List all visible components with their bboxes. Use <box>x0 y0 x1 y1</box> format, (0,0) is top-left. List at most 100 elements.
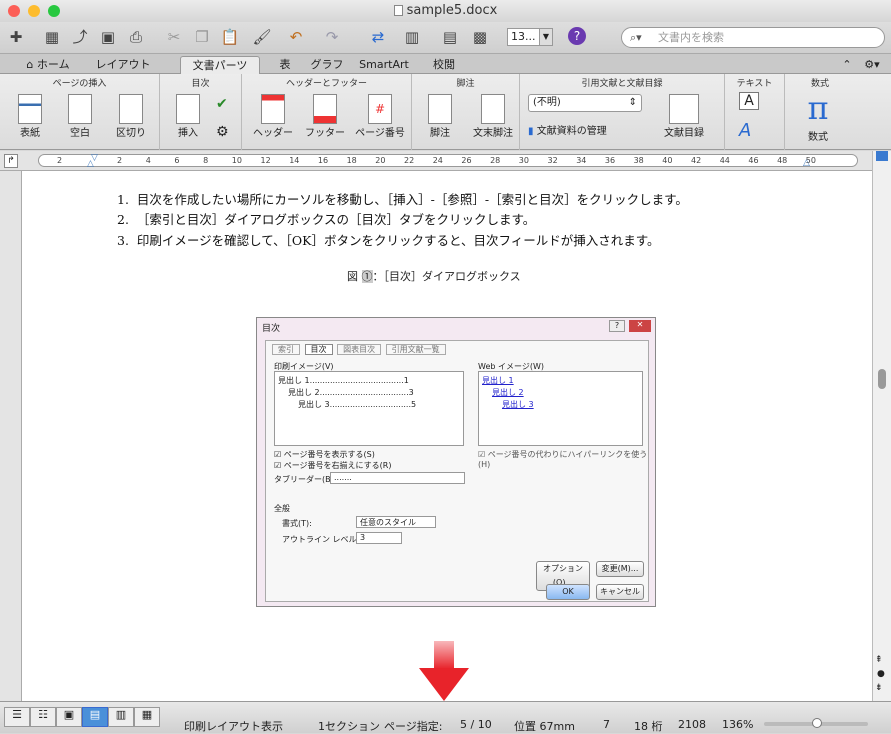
zoom-slider[interactable] <box>764 718 868 728</box>
update-toc-icon[interactable]: ✔ <box>216 96 228 112</box>
zoom-slider-thumb[interactable] <box>812 718 822 728</box>
list-item: 2. ［索引と目次］ダイアログボックスの［目次］タブをクリックします。 <box>117 212 536 227</box>
gear-icon[interactable]: ⚙▾ <box>862 56 882 74</box>
ruler-toggle-icon[interactable] <box>876 151 888 161</box>
zoom-select[interactable]: 13... ▼ <box>507 28 553 46</box>
header-button[interactable]: ヘッダー <box>248 94 298 139</box>
print-preview-box: 見出し 1...................................… <box>274 371 464 446</box>
endnote-button[interactable]: 文末脚注 <box>468 94 518 139</box>
text-box-icon[interactable]: A <box>739 92 759 110</box>
collapse-ribbon-icon[interactable]: ⌃ <box>840 56 854 74</box>
cut-icon[interactable]: ✂ <box>164 27 184 47</box>
save-icon[interactable]: ▣ <box>98 27 118 47</box>
print-layout-view-icon[interactable]: ▤ <box>82 707 108 727</box>
wordart-icon[interactable]: A <box>739 120 751 141</box>
template-gallery-icon[interactable]: ▦ <box>42 27 62 47</box>
vertical-ruler <box>0 171 22 701</box>
tab-home[interactable]: ⌂ ホーム <box>16 56 80 74</box>
ruler-tick-label: 30 <box>518 156 529 165</box>
focus-view-icon[interactable]: ▦ <box>134 707 160 727</box>
right-indent-marker-icon[interactable]: △ <box>803 158 810 168</box>
next-page-icon[interactable]: ⇟ <box>875 683 883 693</box>
outline-view-icon[interactable]: ☷ <box>30 707 56 727</box>
dialog-title: 目次 <box>262 324 281 334</box>
ruler-ticks: 2 2 4 6 8 10 12 14 16 18 20 22 24 26 28 30 32 34 36 38 40 42 4… <box>39 155 857 166</box>
print-icon[interactable]: ⎙ <box>126 27 146 47</box>
document-icon <box>393 5 403 16</box>
browse-object-icon[interactable]: ● <box>877 669 885 679</box>
search-input[interactable]: ⌕▾ 文書内を検索 <box>621 27 885 48</box>
status-bar: ☰ ☷ ▣ ▤ ▥ ▦ 印刷レイアウト表示 1セクション ページ指定: 5 / 10 位置… <box>0 701 891 733</box>
redo-icon[interactable]: ↷ <box>322 27 342 47</box>
scroll-thumb[interactable] <box>878 369 886 389</box>
tab-layout[interactable]: レイアウト <box>88 56 158 74</box>
cancel-button: キャンセル <box>596 584 644 600</box>
ribbon: ページの挿入 表紙 空白 区切り 目次 挿入 ✔ ⚙ ヘッダーとフッター ヘッダ… <box>0 74 891 150</box>
ruler-tick-label: 4 <box>145 156 151 165</box>
page-number-icon: # <box>368 94 392 124</box>
tab-review[interactable]: 校閲 <box>424 56 464 74</box>
group-text: テキスト A A <box>725 74 785 150</box>
tab-charts[interactable]: グラフ <box>306 56 348 74</box>
notebook-view-icon[interactable]: ▥ <box>108 707 134 727</box>
media-browser-icon[interactable]: ▩ <box>470 27 490 47</box>
indent-marker-icon[interactable]: △ <box>87 159 94 169</box>
draft-view-icon[interactable]: ☰ <box>4 707 30 727</box>
standard-toolbar: ✚ ▦ ⤴ ▣ ⎙ ✂ ❐ 📋 🖌 ↶ ↷ ⇄ ▥ ▤ ▩ 13... ▼ ? ⌕… <box>0 22 891 54</box>
undo-icon[interactable]: ↶ <box>286 27 306 47</box>
tab-smartart[interactable]: SmartArt <box>352 56 416 74</box>
page-break-icon <box>119 94 143 124</box>
ruler-tick-label: 44 <box>719 156 730 165</box>
format-painter-icon[interactable]: 🖌 <box>252 27 272 47</box>
cover-page-button[interactable]: 表紙 <box>10 94 50 139</box>
footnote-button[interactable]: 脚注 <box>420 94 460 139</box>
toolbox-icon[interactable]: ▤ <box>440 27 460 47</box>
tab-table[interactable]: 表 <box>268 56 302 74</box>
close-window-button[interactable] <box>8 5 20 17</box>
checkbox-page-number: ☑ ページ番号を表示する(S) <box>274 450 375 459</box>
group-citations: 引用文献と文献目録 (不明) ⇕ ▮ 文献資料の管理 文献目録 <box>520 74 725 150</box>
ruler-tick-label: 34 <box>576 156 587 165</box>
ruler-tick-label: 22 <box>404 156 415 165</box>
ruler-tick-label: 36 <box>604 156 616 165</box>
help-icon[interactable]: ? <box>568 27 586 45</box>
group-insert-pages: ページの挿入 表紙 空白 区切り <box>0 74 160 150</box>
footer-icon <box>313 94 337 124</box>
source-manager-button[interactable]: ▮ 文献資料の管理 <box>528 122 640 137</box>
ruler-tick-label: 8 <box>203 156 209 165</box>
open-icon[interactable]: ⤴ <box>70 27 90 47</box>
footer-button[interactable]: フッター <box>300 94 350 139</box>
sidebar-icon[interactable]: ▥ <box>402 27 422 47</box>
publishing-view-icon[interactable]: ▣ <box>56 707 82 727</box>
leader-select: ....... <box>330 472 465 484</box>
equation-button[interactable]: π 数式 <box>793 88 843 143</box>
vertical-scrollbar[interactable]: ⇞ ● ⇟ <box>872 151 891 701</box>
copy-icon[interactable]: ❐ <box>192 27 212 47</box>
blank-page-button[interactable]: 空白 <box>60 94 100 139</box>
minimize-window-button[interactable] <box>28 5 40 17</box>
header-icon <box>261 94 285 124</box>
updown-icon: ⇕ <box>628 97 637 108</box>
toc-insert-button[interactable]: 挿入 <box>168 94 208 139</box>
bibliography-button[interactable]: 文献目録 <box>654 94 714 139</box>
navigation-icon[interactable]: ⇄ <box>368 27 388 47</box>
ruler-tick-label: 12 <box>260 156 271 165</box>
toc-options-icon[interactable]: ⚙ <box>216 124 229 140</box>
zoom-window-button[interactable] <box>48 5 60 17</box>
page-number-button[interactable]: # ページ番号 <box>350 94 410 139</box>
list-item: 3. 印刷イメージを確認して、［OK］ボタンをクリックすると、目次フィールドが挿… <box>117 233 660 248</box>
endnote-icon <box>481 94 505 124</box>
citation-style-select[interactable]: (不明) ⇕ <box>528 94 642 112</box>
tab-document-elements[interactable]: 文書パーツ <box>180 56 260 74</box>
ruler-tick-label: 18 <box>346 156 357 165</box>
paste-icon[interactable]: 📋 <box>220 27 240 47</box>
document-page[interactable]: 1. 目次を作成したい場所にカーソルを移動し、［挿入］-［参照］-［索引と目次］… <box>22 171 872 701</box>
tab-selector-icon[interactable]: ↱ <box>4 154 18 168</box>
window-title: sample5.docx <box>406 3 498 18</box>
new-document-icon[interactable]: ✚ <box>6 27 26 47</box>
previous-page-icon[interactable]: ⇞ <box>875 655 883 665</box>
ruler-tick-label: 40 <box>662 156 673 165</box>
view-buttons: ☰ ☷ ▣ ▤ ▥ ▦ <box>4 707 160 729</box>
horizontal-ruler[interactable]: ↱ 2 2 4 6 8 10 12 14 16 18 20 22 24 26 28 30 32 34 36 38 40 4… <box>0 151 891 171</box>
break-button[interactable]: 区切り <box>108 94 154 139</box>
